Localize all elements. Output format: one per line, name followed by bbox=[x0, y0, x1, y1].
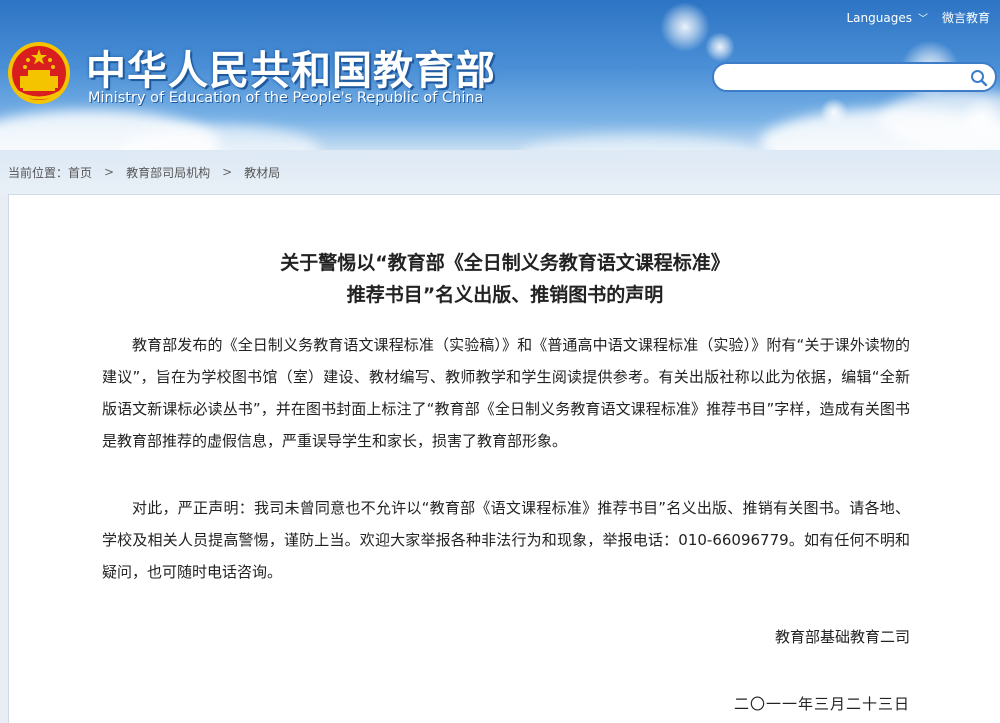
breadcrumb-home[interactable]: 首页 bbox=[68, 164, 92, 181]
site-title: 中华人民共和国教育部 bbox=[86, 48, 496, 94]
top-links: Languages ﹀ 微言教育 bbox=[847, 9, 991, 26]
article-title-line: 关于警惕以“教育部《全日制义务教育语文课程标准》 bbox=[280, 252, 730, 274]
site-subtitle: Ministry of Education of the People's Re… bbox=[88, 90, 484, 106]
breadcrumb-separator-icon: > bbox=[104, 165, 115, 179]
breadcrumb-separator-icon: > bbox=[222, 165, 233, 179]
chevron-down-icon[interactable]: ﹀ bbox=[918, 10, 928, 25]
dandelion-decoration bbox=[660, 2, 710, 52]
article-signature: 教育部基础教育二司 bbox=[774, 628, 910, 646]
dandelion-decoration bbox=[705, 32, 735, 62]
article-paragraph: 对此，严正声明：我司未曾同意也不允许以“教育部《语文课程标准》推荐书目”名义出版… bbox=[102, 499, 910, 581]
breadcrumb: 当前位置： 首页 > 教育部司局机构 > 教材局 bbox=[0, 150, 1000, 194]
article-title-line: 推荐书目”名义出版、推销图书的声明 bbox=[346, 284, 664, 306]
breadcrumb-textbook-bureau[interactable]: 教材局 bbox=[244, 164, 280, 181]
cloud-decoration bbox=[520, 135, 760, 150]
breadcrumb-prefix: 当前位置： bbox=[8, 165, 69, 180]
site-header: 中华人民共和国教育部 Ministry of Education of the … bbox=[0, 0, 1000, 150]
languages-link[interactable]: Languages bbox=[847, 11, 912, 25]
breadcrumb-departments[interactable]: 教育部司局机构 bbox=[126, 164, 210, 181]
article-title: 关于警惕以“教育部《全日制义务教育语文课程标准》 推荐书目”名义出版、推销图书的… bbox=[9, 247, 1000, 311]
national-emblem-icon bbox=[8, 42, 70, 104]
search-icon[interactable] bbox=[969, 68, 989, 88]
dandelion-decoration bbox=[820, 98, 848, 126]
article-date: 二〇一一年三月二十三日 bbox=[733, 695, 910, 713]
article-panel: 关于警惕以“教育部《全日制义务教育语文课程标准》 推荐书目”名义出版、推销图书的… bbox=[8, 194, 1000, 723]
dandelion-decoration bbox=[960, 96, 1000, 140]
weibo-link[interactable]: 微言教育 bbox=[942, 9, 990, 26]
search-input[interactable] bbox=[726, 67, 960, 89]
search-box bbox=[712, 62, 997, 92]
article-paragraph: 教育部发布的《全日制义务教育语文课程标准（实验稿）》和《普通高中语文课程标准（实… bbox=[102, 336, 910, 450]
